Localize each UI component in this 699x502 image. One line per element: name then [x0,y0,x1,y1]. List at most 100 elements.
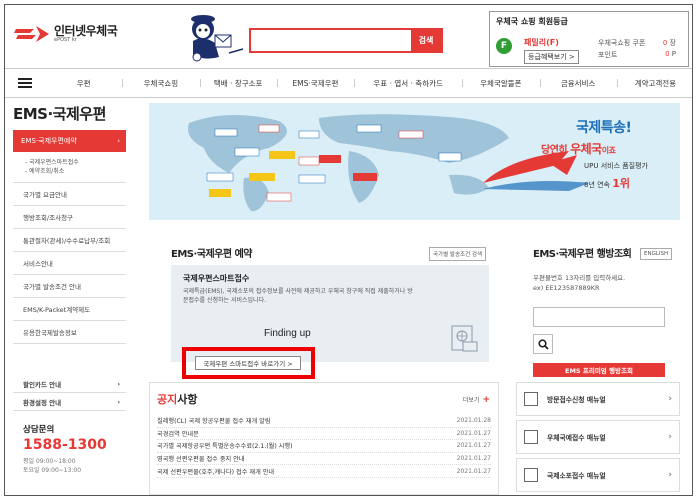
nav-item-parcel[interactable]: 택배 · 창구소포 [199,78,277,89]
notice-row[interactable]: 칠레행(CL) 국제 항공우편물 접수 재개 알림 2021.01.28 [157,415,491,428]
side-menu: EMS·국제우편예약 › - 국제우편스마트접수 - 예약조회/취소 국가별 요… [13,130,126,344]
customer-service: 상담문의 1588-1300 평일 09:00~18:00 토요일 09:00~… [23,423,107,475]
shortcut-label: 국제소포접수 매뉴얼 [547,472,606,480]
env-settings-link[interactable]: 환경설정 안내 › [13,393,126,411]
search-bar: 검색 [249,28,443,53]
grade-benefit-button[interactable]: 등급혜택보기 > [524,50,579,64]
chevron-right-icon: › [117,397,120,406]
banner-subtitle-main: 우체국 [570,142,602,156]
member-grade-panel: 우체국 쇼핑 회원등급 F 패밀리(F) 등급혜택보기 > 우체국쇼핑 쿠폰 0… [489,11,689,67]
visit-reception-manual-link[interactable]: 방문접수신청 매뉴얼 › [516,382,680,416]
notice-row[interactable]: 국가별 국제항공우편 특별운송수수료(2.1.(월) 시행) 2021.01.27 [157,440,491,453]
side-extra-menu: 할인카드 안내 › 환경설정 안내 › [13,375,126,411]
notice-row[interactable]: 국제 선편우편물(호주,캐나다) 접수 재개 안내 2021.01.27 [157,465,491,478]
banner-line-2: 8년 연속 1위 [584,175,630,191]
cs-label: 상담문의 [23,425,55,435]
chevron-right-icon: › [117,137,120,145]
side-menu-item[interactable]: EMS/K-Packet계약제도 [13,298,126,321]
cs-hours: 평일 09:00~18:00 토요일 09:00~13:00 [23,457,107,475]
parcel-reception-manual-link[interactable]: 국제소포접수 매뉴얼 › [516,458,680,492]
logo-text: 인터넷우체국 [54,24,118,38]
notice-item-date: 2021.01.27 [456,467,491,475]
banner-line-2-pre: 8년 연속 [584,181,610,189]
discount-card-link[interactable]: 할인카드 안내 › [13,375,126,393]
nav-item-stamps[interactable]: 우표 · 엽서 · 축하카드 [354,78,462,89]
manual-shortcuts: 방문접수신청 매뉴얼 › 우체국예접수 매뉴얼 › 국제소포접수 매뉴얼 › [516,382,680,495]
point-label: 포인트 [598,51,618,59]
chevron-right-icon: › [668,432,672,442]
side-menu-item[interactable]: 행방조회/조사청구 [13,206,126,229]
side-submenu: - 국제우편스마트접수 - 예약조회/취소 [13,152,126,183]
shortcut-label: 우체국예접수 매뉴얼 [547,434,606,442]
search-button[interactable]: 검색 [411,30,441,51]
notice-item-date: 2021.01.27 [456,429,491,437]
side-submenu-smart[interactable]: - 국제우편스마트접수 [25,158,126,167]
monitor-icon [524,430,538,444]
point-row[interactable]: 포인트 0 P [598,50,680,60]
search-icon [537,338,549,350]
coupon-label: 우체국쇼핑 쿠폰 [598,39,646,47]
country-condition-button[interactable]: 국가별 발송조건 검색 [429,247,487,261]
notice-row[interactable]: 영국행 선편우편물 접수 중지 안내 2021.01.27 [157,453,491,466]
nav-item-post[interactable]: 우편 [45,78,122,89]
nav-item-finance[interactable]: 금융서비스 [539,78,617,89]
nav-item-contract[interactable]: 계약고객전용 [616,78,692,89]
side-menu-active-label: EMS·국제우편예약 [21,137,77,145]
reservation-section: EMS·국제우편 예약 국가별 발송조건 검색 국제우편스마트접수 국제특급(E… [158,235,499,379]
point-unit: P [671,50,676,58]
side-menu-item[interactable]: 통관절차(관세)/수수료납부/조회 [13,229,126,252]
tracking-desc: 우편물번호 13자리를 입력하세요. ex) EE123587889KR [533,273,673,293]
notice-title-rest: 사항 [177,393,198,406]
page-title: EMS·국제우편 [13,105,106,123]
chevron-right-icon: › [117,379,120,388]
tracking-example: ex) EE123587889KR [533,284,600,292]
tracking-search-button[interactable] [533,334,553,354]
notice-title-highlight: 공지 [157,393,178,406]
notice-item-date: 2021.01.27 [456,455,491,463]
notice-list: 칠레행(CL) 국제 항공우편물 접수 재개 알림 2021.01.28 국경검역… [157,415,491,478]
epost-logo[interactable]: 인터넷우체국 ePOST kr [14,23,118,45]
notice-item-title: 칠레행(CL) 국제 항공우편물 접수 재개 알림 [157,418,271,426]
tracking-section: EMS·국제우편 행방조회 ENGLISH 우편물번호 13자리를 입력하세요.… [516,235,680,377]
plus-icon: + [482,395,490,405]
smart-reception-box: 국제우편스마트접수 국제특급(EMS), 국제소포의 접수정보를 사전에 제공하… [171,265,489,379]
nav-item-mobile[interactable]: 우체국알뜰폰 [462,78,539,89]
ems-premium-tracking-button[interactable]: EMS 프리미엄 행방조회 [533,363,665,377]
side-menu-item[interactable]: 서비스안내 [13,252,126,275]
search-input[interactable] [251,30,411,51]
tracking-instruction: 우편물번호 13자리를 입력하세요. [533,274,626,282]
postal-logo-icon [14,23,50,45]
banner-subtitle-pre: 당연히 [541,145,568,156]
side-menu-item-active[interactable]: EMS·국제우편예약 › [13,130,126,152]
coupon-unit: 장 [669,39,676,47]
side-menu-item[interactable]: 국가별 요금안내 [13,183,126,206]
tracking-title: EMS·국제우편 행방조회 [533,249,632,260]
banner-subtitle: 당연히 우체국이죠 [541,140,616,157]
point-value: 0 [665,50,670,58]
grade-name: 패밀리(F) [524,38,559,47]
main-banner[interactable]: 국제특송! 당연히 우체국이죠 UPU 서비스 품질평가 8년 연속 1위 [149,103,680,220]
nav-item-shopping[interactable]: 우체국쇼핑 [122,78,199,89]
nav-item-ems[interactable]: EMS·국제우편 [276,78,354,89]
smart-reception-go-button[interactable]: 국제우편 스마트접수 바로가기 > [195,356,301,370]
cs-phone: 1588-1300 [23,437,107,453]
side-submenu-cancel[interactable]: - 예약조회/취소 [25,167,126,176]
notice-row[interactable]: 국경검역 안내문 2021.01.27 [157,428,491,441]
reservation-title: EMS·국제우편 예약 [171,249,252,260]
tracking-number-input[interactable] [533,307,665,327]
more-button[interactable]: 더보기 + [463,395,490,405]
chevron-right-icon: › [668,394,672,404]
env-settings-label: 환경설정 안내 [23,398,62,407]
notice-item-date: 2021.01.28 [456,417,491,425]
smart-reception-desc: 국제특급(EMS), 국제소포의 접수정보를 사전에 제공하고 우체국 창구에 … [183,288,413,304]
pre-reception-manual-link[interactable]: 우체국예접수 매뉴얼 › [516,420,680,454]
cs-hours-saturday: 토요일 09:00~13:00 [23,467,82,474]
side-menu-item[interactable]: 국가별 발송조건 안내 [13,275,126,298]
coupon-row[interactable]: 우체국쇼핑 쿠폰 0 장 [598,38,680,48]
side-menu-item[interactable]: 유용한국제발송정보 [13,321,126,344]
notice-section: 공지사항 더보기 + 칠레행(CL) 국제 항공우편물 접수 재개 알림 2021.… [149,382,499,495]
english-button[interactable]: ENGLISH [640,248,673,260]
menu-icon[interactable] [5,69,45,97]
passport-icon [449,322,479,352]
grade-badge-icon: F [496,38,512,54]
